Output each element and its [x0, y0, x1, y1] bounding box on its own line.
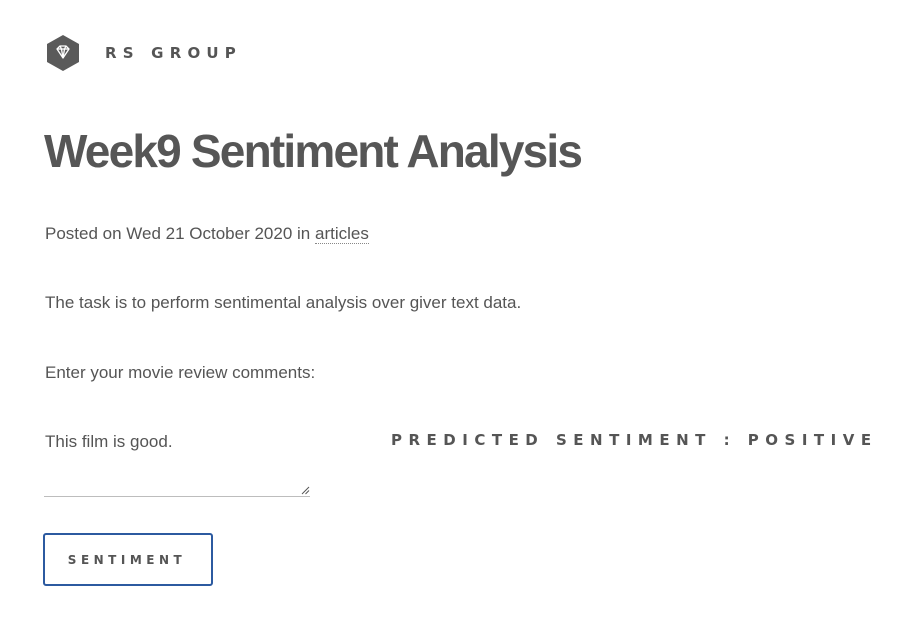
- post-description: The task is to perform sentimental analy…: [45, 293, 522, 312]
- predicted-sentiment-result: PREDICTED SENTIMENT : POSITIVE: [391, 431, 878, 449]
- page-title: Week9 Sentiment Analysis: [44, 125, 583, 177]
- resize-handle-icon[interactable]: [301, 486, 310, 495]
- site-header: RS GROUP: [46, 34, 242, 72]
- post-meta: Posted on Wed 21 October 2020 in article…: [45, 224, 369, 244]
- post-date-text: Posted on Wed 21 October 2020 in: [45, 224, 315, 243]
- review-textarea-value: This film is good.: [45, 432, 173, 451]
- sentiment-submit-button[interactable]: SENTIMENT: [43, 533, 213, 586]
- diamond-hexagon-icon[interactable]: [46, 34, 80, 72]
- site-name[interactable]: RS GROUP: [105, 44, 242, 62]
- category-link[interactable]: articles: [314, 224, 369, 244]
- review-textarea[interactable]: This film is good.: [44, 428, 310, 497]
- review-prompt-label: Enter your movie review comments:: [45, 363, 316, 382]
